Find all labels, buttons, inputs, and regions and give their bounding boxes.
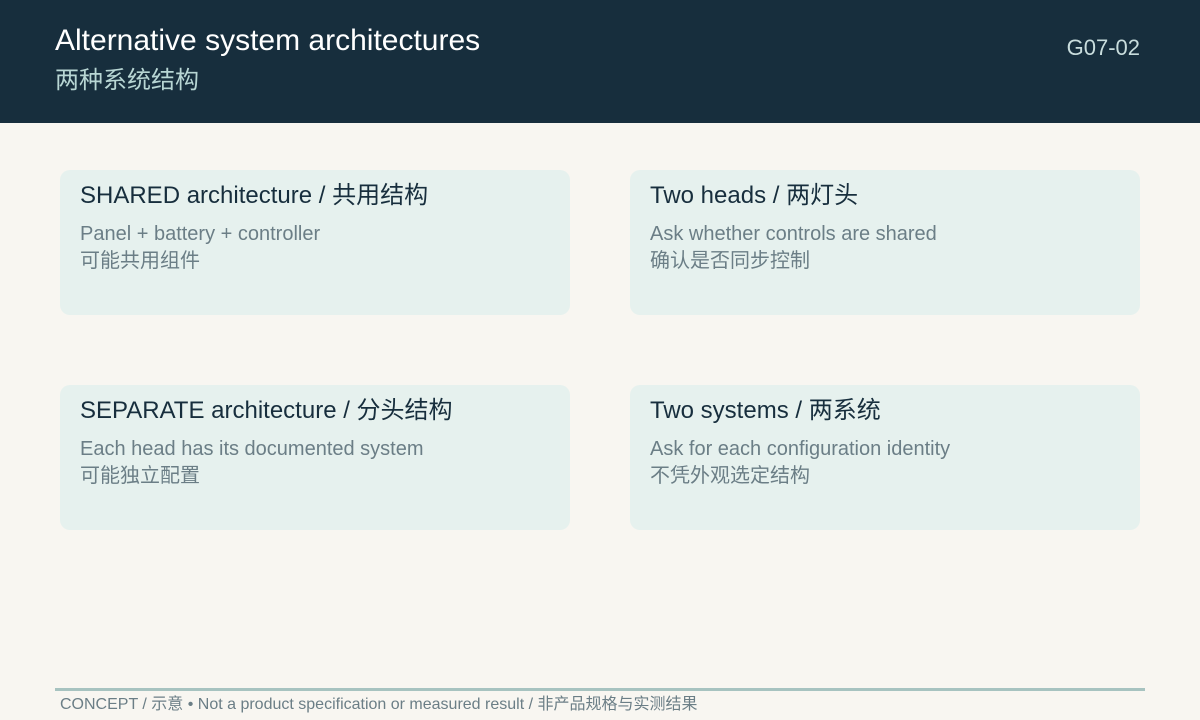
- header-bar: Alternative system architectures 两种系统结构 …: [0, 0, 1200, 123]
- card-description-zh: 可能共用组件: [80, 250, 200, 272]
- card-description-zh: 确认是否同步控制: [650, 250, 810, 272]
- card-description: Panel + battery + controller: [80, 223, 321, 245]
- card-description: Each head has its documented system: [80, 438, 424, 460]
- slide-code: G07-02: [1066, 35, 1140, 60]
- shared-architecture-card: SHARED architecture / 共用结构 Panel + batte…: [60, 170, 570, 315]
- card-description: Ask for each configuration identity: [650, 438, 951, 460]
- card-title: Two systems / 两系统: [650, 397, 881, 424]
- two-systems-card: Two systems / 两系统 Ask for each configura…: [630, 385, 1140, 530]
- two-heads-card: Two heads / 两灯头 Ask whether controls are…: [630, 170, 1140, 315]
- card-description-zh: 不凭外观选定结构: [650, 465, 810, 487]
- card-description: Ask whether controls are shared: [650, 223, 937, 245]
- card-title: Two heads / 两灯头: [650, 182, 859, 209]
- card-title: SHARED architecture / 共用结构: [80, 182, 429, 209]
- footer-disclaimer: CONCEPT / 示意 • Not a product specificati…: [60, 696, 698, 713]
- footer-divider: [55, 688, 1145, 691]
- page-title: Alternative system architectures: [55, 24, 481, 57]
- card-title: SEPARATE architecture / 分头结构: [80, 397, 453, 424]
- card-description-zh: 可能独立配置: [80, 465, 200, 487]
- page-subtitle: 两种系统结构: [55, 67, 199, 94]
- separate-architecture-card: SEPARATE architecture / 分头结构 Each head h…: [60, 385, 570, 530]
